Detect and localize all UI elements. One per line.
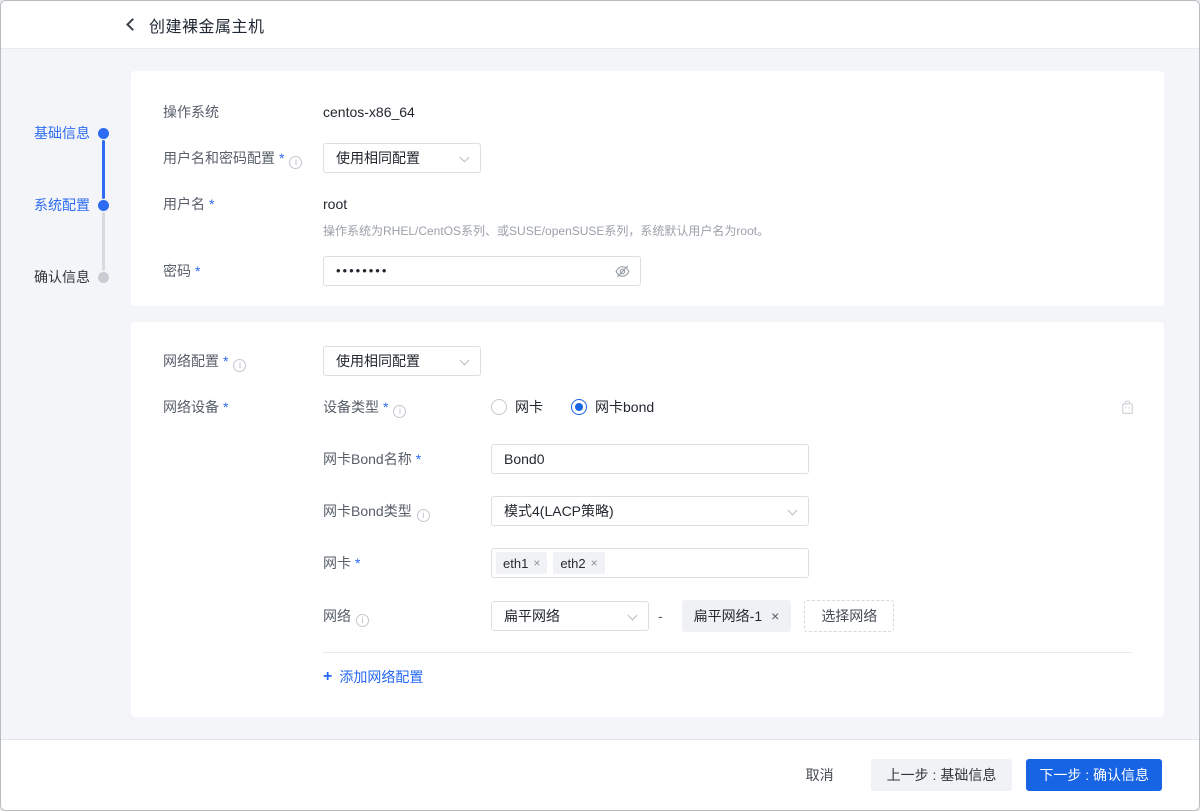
password-label: 密码 * — [163, 263, 201, 279]
os-value: centos-x86_64 — [323, 104, 415, 120]
form-cards: 操作系统 centos-x86_64 用户名和密码配置 * i 使用相同配置 用… — [131, 49, 1164, 717]
network-label: 网络 i — [323, 601, 491, 631]
required-mark: * — [223, 353, 229, 369]
nic-tag: eth2 × — [553, 552, 605, 574]
info-icon[interactable]: i — [393, 405, 407, 418]
bond-name-label: 网卡Bond名称 * — [323, 451, 422, 467]
cancel-button[interactable]: 取消 — [806, 765, 834, 785]
password-field[interactable]: •••••••• — [323, 256, 641, 286]
required-mark: * — [415, 451, 422, 467]
network-device-label: 网络设备 * — [163, 399, 229, 415]
nic-label: 网卡 * — [323, 555, 361, 571]
device-type-label: 设备类型 * i — [323, 392, 491, 422]
close-icon[interactable]: × — [591, 557, 598, 569]
password-dots: •••••••• — [336, 263, 389, 278]
radio-unchecked-icon — [491, 399, 507, 415]
plus-icon: + — [323, 668, 333, 685]
network-config-select[interactable]: 使用相同配置 — [323, 346, 481, 376]
back-icon[interactable] — [126, 18, 139, 31]
os-label: 操作系统 — [163, 104, 219, 120]
nic-tag: eth1 × — [496, 552, 548, 574]
prev-step-button[interactable]: 上一步 : 基础信息 — [870, 759, 1013, 791]
create-baremetal-host-window: 创建裸金属主机 基础信息 系统配置 确认信息 操作系统 centos-x86_6… — [0, 0, 1200, 811]
required-mark: * — [355, 555, 361, 571]
bond-type-row: 网卡Bond类型 i 模式4(LACP策略) — [323, 496, 1132, 526]
step-connector-pending — [102, 212, 105, 271]
content-area: 基础信息 系统配置 确认信息 操作系统 centos-x86_64 用户名和密码… — [1, 49, 1199, 739]
footer-actions: 取消 上一步 : 基础信息 下一步 : 确认信息 — [1, 739, 1199, 810]
info-icon[interactable]: i — [233, 359, 247, 372]
user-pass-config-row: 用户名和密码配置 * i 使用相同配置 — [163, 143, 1132, 173]
nic-multiselect[interactable]: eth1 × eth2 × — [491, 548, 809, 578]
radio-nic[interactable]: 网卡 — [491, 397, 543, 417]
chevron-down-icon — [787, 505, 798, 516]
section-divider — [323, 652, 1132, 653]
network-config-label: 网络配置 * i — [163, 346, 323, 376]
radio-nic-bond[interactable]: 网卡bond — [571, 397, 654, 417]
required-mark: * — [223, 399, 229, 415]
info-icon[interactable]: i — [416, 509, 430, 522]
os-row: 操作系统 centos-x86_64 — [163, 97, 1132, 127]
trash-icon[interactable] — [1119, 399, 1136, 416]
step-dot-basic-info — [98, 128, 109, 139]
network-device-row: 网络设备 * 设备类型 * i 网卡 网卡bond 网卡Bond名称 * Bon… — [163, 392, 1132, 632]
network-type-select[interactable]: 扁平网络 — [491, 601, 649, 631]
bond-type-label: 网卡Bond类型 i — [323, 496, 491, 526]
username-row: 用户名 * root 操作系统为RHEL/CentOS系列、或SUSE/openS… — [163, 189, 1132, 240]
page-header: 创建裸金属主机 — [1, 1, 1199, 49]
next-step-button[interactable]: 下一步 : 确认信息 — [1026, 759, 1162, 791]
username-value: root — [323, 196, 348, 212]
required-mark: * — [279, 150, 285, 166]
chevron-down-icon — [459, 355, 470, 366]
choose-network-button[interactable]: 选择网络 — [804, 600, 895, 632]
username-label: 用户名 * — [163, 196, 215, 212]
bond-name-row: 网卡Bond名称 * Bond0 — [323, 444, 1132, 474]
selected-network-tag: 扁平网络-1 × — [681, 600, 792, 632]
range-separator: - — [658, 608, 663, 624]
step-system-config[interactable]: 系统配置 — [26, 197, 90, 213]
chevron-down-icon — [627, 610, 638, 621]
user-pass-config-label: 用户名和密码配置 * i — [163, 143, 323, 173]
step-connector-done — [102, 140, 105, 199]
radio-checked-icon — [571, 399, 587, 415]
password-row: 密码 * •••••••• — [163, 256, 1132, 286]
user-pass-config-select[interactable]: 使用相同配置 — [323, 143, 481, 173]
info-icon[interactable]: i — [289, 156, 303, 169]
network-config-row: 网络配置 * i 使用相同配置 — [163, 346, 1132, 376]
network-row: 网络 i 扁平网络 - 扁平网络-1 × 选择网络 — [323, 600, 1132, 632]
info-icon[interactable]: i — [356, 614, 369, 627]
bond-name-input[interactable]: Bond0 — [491, 444, 809, 474]
eye-off-icon[interactable] — [614, 263, 631, 280]
required-mark: * — [209, 196, 215, 212]
required-mark: * — [383, 399, 389, 415]
system-config-card: 操作系统 centos-x86_64 用户名和密码配置 * i 使用相同配置 用… — [131, 71, 1164, 306]
close-icon[interactable]: × — [533, 557, 540, 569]
network-config-card: 网络配置 * i 使用相同配置 网络设备 * 设备类型 * i 网卡 网卡bon… — [131, 322, 1164, 717]
step-dot-system-config — [98, 200, 109, 211]
nic-row: 网卡 * eth1 × eth2 × — [323, 548, 1132, 578]
step-dot-confirm-info — [98, 272, 109, 283]
network-device-group: 设备类型 * i 网卡 网卡bond 网卡Bond名称 * Bond0 网卡Bo… — [323, 392, 1132, 632]
username-hint: 操作系统为RHEL/CentOS系列、或SUSE/openSUSE系列，系统默认… — [323, 224, 770, 238]
chevron-down-icon — [459, 152, 470, 163]
step-confirm-info[interactable]: 确认信息 — [26, 269, 90, 285]
required-mark: * — [195, 263, 201, 279]
device-type-radio-group: 网卡 网卡bond — [491, 392, 654, 422]
step-basic-info[interactable]: 基础信息 — [26, 125, 90, 141]
page-title: 创建裸金属主机 — [149, 18, 265, 36]
device-type-row: 设备类型 * i 网卡 网卡bond — [323, 392, 1132, 422]
add-network-config-link[interactable]: + 添加网络配置 — [323, 667, 423, 687]
bond-type-select[interactable]: 模式4(LACP策略) — [491, 496, 809, 526]
close-icon[interactable]: × — [771, 609, 779, 623]
